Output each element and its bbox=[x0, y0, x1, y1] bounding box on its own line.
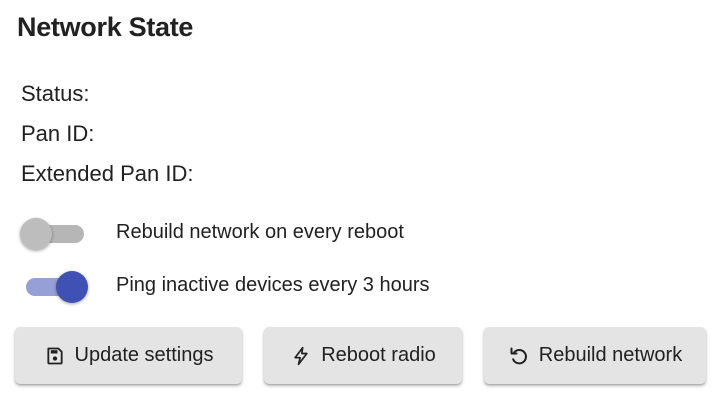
rebuild-on-reboot-setting: Rebuild network on every reboot bbox=[20, 213, 700, 253]
reboot-radio-button[interactable]: Reboot radio bbox=[264, 327, 462, 384]
toggle-thumb bbox=[56, 271, 88, 303]
update-settings-label: Update settings bbox=[74, 344, 214, 366]
ping-inactive-setting: Ping inactive devices every 3 hours bbox=[20, 266, 700, 306]
status-label: Status: bbox=[21, 81, 90, 106]
update-settings-button[interactable]: Update settings bbox=[15, 327, 242, 384]
rebuild-network-button[interactable]: Rebuild network bbox=[484, 327, 706, 384]
extended-pan-id-label: Extended Pan ID: bbox=[21, 161, 194, 186]
save-icon bbox=[44, 345, 66, 367]
reboot-radio-label: Reboot radio bbox=[321, 344, 436, 366]
ping-inactive-label: Ping inactive devices every 3 hours bbox=[116, 274, 430, 296]
ping-inactive-toggle[interactable] bbox=[20, 266, 90, 306]
restore-icon bbox=[508, 345, 530, 367]
network-state-panel: Network State Status: Pan ID: Extended P… bbox=[0, 0, 714, 407]
rebuild-network-label: Rebuild network bbox=[538, 344, 683, 366]
rebuild-on-reboot-label: Rebuild network on every reboot bbox=[116, 221, 404, 243]
page-title: Network State bbox=[17, 12, 194, 42]
rebuild-on-reboot-toggle[interactable] bbox=[20, 213, 90, 253]
bolt-icon bbox=[290, 345, 312, 367]
pan-id-label: Pan ID: bbox=[21, 121, 95, 146]
toggle-thumb bbox=[20, 218, 52, 250]
